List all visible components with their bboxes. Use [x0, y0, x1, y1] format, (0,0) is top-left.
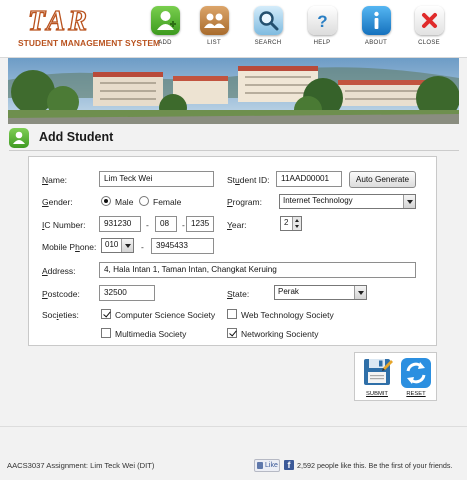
thumbs-up-icon — [257, 462, 263, 469]
nav-close-button[interactable]: CLOSE — [407, 6, 451, 56]
society-computer-science-label: Computer Science Society — [115, 310, 216, 320]
address-label: Address: — [42, 266, 76, 276]
reset-button[interactable]: RESET — [398, 356, 434, 400]
facebook-like-button[interactable]: Like — [254, 459, 280, 472]
nav-about-button[interactable]: ABOUT — [354, 6, 398, 56]
mobile-prefix-value: 010 — [105, 240, 119, 249]
postcode-field[interactable]: 32500 — [99, 285, 155, 301]
name-label: Name: — [42, 175, 68, 185]
ic-dash-1: - — [146, 220, 149, 230]
app-logo: TAR STUDENT MANAGEMENT SYSTEM — [18, 6, 160, 54]
year-value: 2 — [284, 218, 289, 227]
nav-close-label: CLOSE — [418, 40, 440, 46]
gender-male-radio[interactable] — [101, 196, 111, 206]
logo-mark: TAR — [27, 6, 90, 37]
society-computer-science-checkbox[interactable] — [101, 309, 111, 319]
year-spinner[interactable]: 2 — [280, 216, 302, 231]
logo-text: STUDENT MANAGEMENT SYSTEM — [18, 38, 161, 48]
ic-part3-field[interactable]: 1235 — [186, 216, 214, 232]
gender-female-radio[interactable] — [139, 196, 149, 206]
program-label: Program: — [227, 197, 262, 207]
users-icon — [199, 6, 229, 35]
spinner-arrows-icon[interactable] — [292, 217, 301, 230]
ic-number-label: IC Number: — [42, 220, 86, 230]
nav-search-button[interactable]: SEARCH — [246, 6, 290, 56]
nav-help-label: HELP — [313, 40, 331, 46]
society-web-technology-label: Web Technology Society — [241, 310, 334, 320]
state-value: Perak — [278, 287, 299, 296]
close-icon — [414, 6, 444, 35]
facebook-like-count: 2,592 people like this. Be the first of … — [297, 461, 453, 470]
svg-text:?: ? — [317, 12, 327, 31]
mobile-dash: - — [141, 242, 144, 252]
info-icon — [361, 6, 391, 35]
society-networking-checkbox[interactable] — [227, 328, 237, 338]
nav-list-button[interactable]: LIST — [192, 6, 236, 56]
society-networking-label: Networking Socienty — [241, 329, 319, 339]
name-field[interactable]: Lim Teck Wei — [99, 171, 214, 187]
gender-male-label: Male — [115, 197, 134, 207]
chevron-down-icon — [121, 239, 133, 252]
nav-add-button[interactable]: ADD — [143, 6, 187, 56]
refresh-icon — [401, 358, 431, 388]
campus-banner-image — [8, 58, 459, 124]
program-select[interactable]: Internet Technology — [279, 194, 416, 209]
help-icon: ? — [307, 6, 337, 35]
footer-credit: AACS3037 Assignment: Lim Teck Wei (DIT) — [7, 461, 155, 470]
auto-generate-button[interactable]: Auto Generate — [349, 171, 416, 188]
app-header: TAR STUDENT MANAGEMENT SYSTEM ADD LIST S… — [0, 0, 467, 58]
societies-label: Societies: — [42, 310, 79, 320]
ic-part1-field[interactable]: 931230 — [99, 216, 141, 232]
add-user-icon — [150, 6, 180, 35]
like-label: Like — [265, 462, 278, 469]
mobile-phone-label: Mobile Phone: — [42, 242, 97, 252]
nav-about-label: ABOUT — [364, 40, 388, 46]
nav-list-label: LIST — [207, 40, 221, 46]
student-id-label: Student ID: — [227, 175, 270, 185]
program-value: Internet Technology — [283, 196, 353, 205]
state-select[interactable]: Perak — [274, 285, 367, 300]
ic-dash-2: - — [182, 220, 185, 230]
nav-help-button[interactable]: ? HELP — [300, 6, 344, 56]
ic-part2-field[interactable]: 08 — [155, 216, 177, 232]
submit-label: SUBMIT — [366, 391, 388, 397]
society-multimedia-label: Multimedia Society — [115, 329, 187, 339]
add-student-icon — [9, 128, 29, 148]
student-id-field[interactable]: 11AAD00001 — [276, 171, 342, 187]
page-title: Add Student — [39, 130, 114, 144]
footer-divider — [0, 426, 467, 427]
society-web-technology-checkbox[interactable] — [227, 309, 237, 319]
title-divider — [9, 150, 459, 151]
state-label: State: — [227, 289, 250, 299]
gender-female-label: Female — [153, 197, 182, 207]
year-label: Year: — [227, 220, 247, 230]
address-field[interactable]: 4, Hala Intan 1, Taman Intan, Changkat K… — [99, 262, 416, 278]
submit-button[interactable]: SUBMIT — [359, 356, 395, 400]
save-disk-icon — [364, 359, 393, 385]
chevron-down-icon — [354, 286, 366, 299]
society-multimedia-checkbox[interactable] — [101, 328, 111, 338]
reset-label: RESET — [406, 391, 426, 397]
chevron-down-icon — [403, 195, 415, 208]
nav-add-label: ADD — [158, 40, 172, 46]
facebook-icon: f — [284, 460, 294, 470]
mobile-number-field[interactable]: 3945433 — [151, 238, 214, 254]
mobile-prefix-select[interactable]: 010 — [101, 238, 134, 253]
postcode-label: Postcode: — [42, 289, 80, 299]
gender-label: Gender: — [42, 197, 73, 207]
search-icon — [253, 6, 283, 35]
nav-search-label: SEARCH — [254, 40, 282, 46]
add-student-form: Name: Lim Teck Wei Student ID: 11AAD0000… — [28, 156, 437, 346]
form-actions: SUBMIT RESET — [354, 352, 437, 401]
